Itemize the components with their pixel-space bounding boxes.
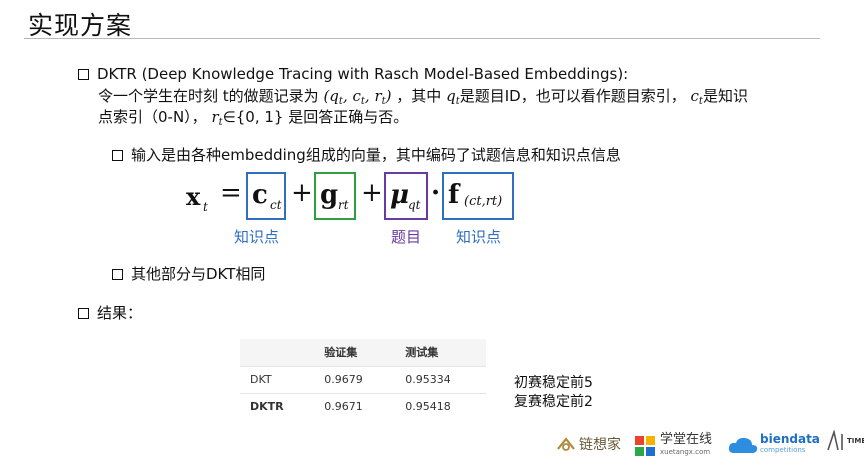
term-g-sub: rt [338,198,349,212]
aitime-text: TIME [847,437,864,445]
xuetangx-url: xuetangx.com [660,448,711,456]
term-c: c [252,180,268,210]
table-row: DKT 0.9679 0.95334 [240,366,486,394]
label-knowledge-2: 知识点 [456,228,502,246]
valid-score: 0.9671 [324,400,363,414]
term-c-sub: ct [270,198,282,212]
formula-lhs: x [186,182,201,211]
bullet-results: 结果： [78,303,142,324]
formula-plus-1: + [291,178,313,208]
r-set-text: ∈{0, 1} [222,108,284,126]
final-rank-note: 复赛稳定前2 [514,394,593,410]
term-mu-sub: qt [408,198,421,212]
record-tuple-math: (qt, ct, rt) [323,87,392,107]
input-vector-text: 输入是由各种embedding组成的向量，其中编码了试题信息和知识点信息 [131,146,621,164]
dktr-heading: DKTR (Deep Knowledge Tracing with Rasch … [97,65,629,83]
c-definition-text: 是知识 [702,87,748,105]
biendata-sub-text: competitions [760,446,806,454]
bullet-input-vector: 输入是由各种embedding组成的向量，其中编码了试题信息和知识点信息 [112,145,621,166]
term-g: g [320,180,339,210]
bullet-square-icon [78,308,89,319]
label-question: 题目 [391,228,422,246]
r-symbol-math: rt [211,108,223,128]
results-table: 验证集 测试集 DKT 0.9679 0.95334 DKTR 0.9671 0… [240,339,486,420]
other-parts-text: 其他部分与DKT相同 [131,265,266,283]
formula-dot: · [431,178,441,208]
dktr-definition-line2: 点索引（0-N）， rt∈{0, 1} 是回答正确与否。 [98,106,408,134]
aitime-logo: TIME [826,430,864,452]
formula-equals: = [220,178,242,208]
model-name: DKT [240,366,315,394]
valid-score: 0.9679 [314,366,396,394]
bullet-square-icon [78,69,89,80]
bullet-square-icon [112,150,123,161]
c-index-text: 点索引（0-N）， [98,108,207,126]
prelim-rank-note: 初赛稳定前5 [514,375,593,391]
column-header: 验证集 [314,339,396,367]
r-definition-text: 是回答正确与否。 [288,108,409,126]
test-score: 0.95418 [405,400,451,414]
formula-plus-2: + [361,178,383,208]
results-heading: 结果： [97,304,143,322]
label-knowledge-1: 知识点 [234,228,280,246]
formula-lhs-sub: t [203,200,208,214]
column-header [240,339,315,367]
record-where-text: ，其中 [396,87,442,105]
table-row: DKTR 0.9671 0.95418 [240,393,486,420]
xuetangx-logo: 学堂在线 xuetangx.com [634,432,713,458]
cloud-icon [728,437,758,453]
c-symbol-math: ct [690,87,703,107]
term-mu: μ [390,180,410,210]
xuetangx-text: 学堂在线 [660,432,713,447]
biendata-text: biendata [760,432,820,446]
xuetangx-icon [635,436,655,456]
term-f-sub: (ct,rt) [464,194,503,209]
lianxiangjia-icon [557,437,575,451]
bullet-dktr: DKTR (Deep Knowledge Tracing with Rasch … [78,64,628,85]
lianxiangjia-text: 链想家 [579,437,621,453]
bullet-square-icon [112,269,123,280]
lianxiangjia-logo: 链想家 [556,434,621,454]
embedding-formula: x t = c ct + g rt + μ qt · f (ct,rt) [182,172,522,222]
aitime-icon [827,430,843,451]
title-divider [24,38,820,39]
q-symbol-math: qt [446,87,460,107]
table-header-row: 验证集 测试集 [240,339,486,367]
column-header: 测试集 [395,339,486,367]
q-definition-text: 是题目ID，也可以看作题目索引， [459,87,686,105]
test-score: 0.95334 [395,366,486,394]
biendata-logo: biendata competitions [728,432,820,456]
bullet-other-parts: 其他部分与DKT相同 [112,264,265,285]
slide-title: 实现方案 [28,11,133,40]
term-f: f [448,180,460,210]
record-intro-text: 令一个学生在时刻 t的做题记录为 [98,87,319,105]
model-name: DKTR [250,400,284,414]
